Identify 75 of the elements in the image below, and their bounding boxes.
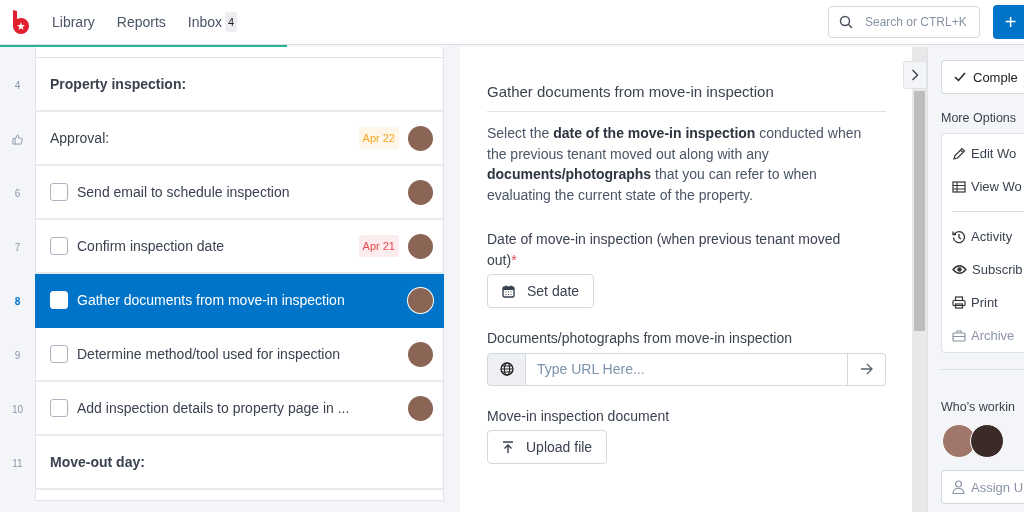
- checklist-item[interactable]: Gather documents from move-in inspection: [35, 274, 444, 328]
- checklist-item[interactable]: Determine method/tool used for inspection: [35, 328, 444, 382]
- row-number: 9: [14, 349, 21, 361]
- eye-icon: [952, 264, 967, 275]
- option-item[interactable]: Activity: [952, 220, 1013, 253]
- item-label: Determine method/tool used for inspection: [77, 346, 342, 362]
- checkbox[interactable]: [50, 399, 68, 417]
- option-item[interactable]: Print: [952, 286, 998, 319]
- item-label: Gather documents from move-in inspection: [77, 292, 346, 308]
- scrollbar-thumb[interactable]: [914, 91, 925, 331]
- url-field[interactable]: Type URL Here...: [526, 352, 848, 386]
- briefcase-icon: [952, 329, 966, 342]
- upload-icon: [502, 440, 514, 454]
- row-number: 11: [12, 457, 23, 469]
- go-button[interactable]: [848, 352, 886, 386]
- collapse-button[interactable]: [903, 61, 927, 89]
- checklist-item[interactable]: Approval: Apr 22: [35, 112, 444, 166]
- row-number: 7: [14, 241, 21, 253]
- option-item[interactable]: View Wo: [952, 170, 1022, 203]
- due-date-badge: Apr 22: [358, 127, 399, 149]
- avatar: [408, 233, 433, 259]
- avatar: [408, 395, 433, 421]
- table-icon: [952, 180, 966, 193]
- checkbox[interactable]: [50, 183, 68, 201]
- item-label: Move-out day:: [50, 454, 146, 470]
- row-number: 10: [11, 403, 24, 415]
- add-button[interactable]: +: [993, 5, 1024, 39]
- calendar-icon: [502, 284, 515, 298]
- checkbox[interactable]: [50, 237, 68, 255]
- checklist-item[interactable]: Property inspection:: [35, 58, 444, 112]
- checklist-item[interactable]: Confirm inspection date Apr 21: [35, 220, 444, 274]
- thumbs-up-icon: [12, 133, 23, 145]
- row-number: 6: [14, 187, 21, 199]
- task-title: Gather documents from move-in inspection: [487, 83, 886, 112]
- nav-link[interactable]: Reports: [116, 14, 166, 30]
- search-field[interactable]: Search or CTRL+K: [828, 6, 980, 38]
- field-label: Documents/photographs from move-in inspection: [487, 329, 794, 348]
- avatar: [408, 341, 433, 367]
- row-number: 8: [14, 295, 21, 307]
- logo-icon[interactable]: [10, 10, 30, 34]
- field-label: Date of move-in inspection (when previous tenant moved out)*: [487, 230, 842, 270]
- task-description: Select the date of the move-in inspection conducted when the previous tenant moved out along with any documents/photographs that you can refer to when evaluating the current state of the property.: [487, 124, 863, 205]
- upload-button[interactable]: Upload file: [487, 430, 608, 464]
- due-date-badge: Apr 21: [358, 235, 399, 257]
- row-number: 4: [14, 79, 21, 91]
- item-label: Add inspection details to property page in ...: [77, 400, 351, 416]
- avatar: [408, 287, 433, 313]
- section-title: Who's workin: [941, 400, 1016, 414]
- printer-icon: [952, 296, 966, 309]
- set-date-button[interactable]: Set date: [487, 274, 595, 308]
- item-label: Approval:: [50, 130, 111, 146]
- checkbox[interactable]: [50, 345, 68, 363]
- option-item[interactable]: Edit Wo: [952, 137, 1017, 170]
- field-label: Move-in inspection document: [487, 406, 671, 426]
- arrow-right-icon: [860, 363, 873, 375]
- person-icon: [952, 480, 965, 494]
- complete-button[interactable]: Comple: [941, 60, 1024, 94]
- history-icon: [952, 229, 966, 244]
- item-label: Send email to schedule inspection: [77, 184, 291, 200]
- pencil-icon: [952, 146, 966, 161]
- option-item[interactable]: Subscrib: [952, 253, 1023, 286]
- chevron-right-icon: [911, 69, 919, 81]
- count-badge: 4: [225, 12, 238, 32]
- avatar: [408, 179, 433, 205]
- section-title: More Options: [941, 111, 1018, 125]
- nav-link[interactable]: Inbox: [187, 14, 223, 30]
- item-label: Confirm inspection date: [77, 238, 226, 254]
- check-icon: [954, 72, 966, 82]
- avatar: [408, 125, 433, 151]
- nav-link[interactable]: Library: [52, 14, 95, 30]
- globe-icon: [499, 362, 514, 376]
- checklist-item[interactable]: Send email to schedule inspection: [35, 166, 444, 220]
- item-label: Property inspection:: [50, 76, 188, 92]
- checklist-item[interactable]: Add inspection details to property page in ...: [35, 382, 444, 436]
- checklist-item[interactable]: Move-out day:: [35, 436, 444, 490]
